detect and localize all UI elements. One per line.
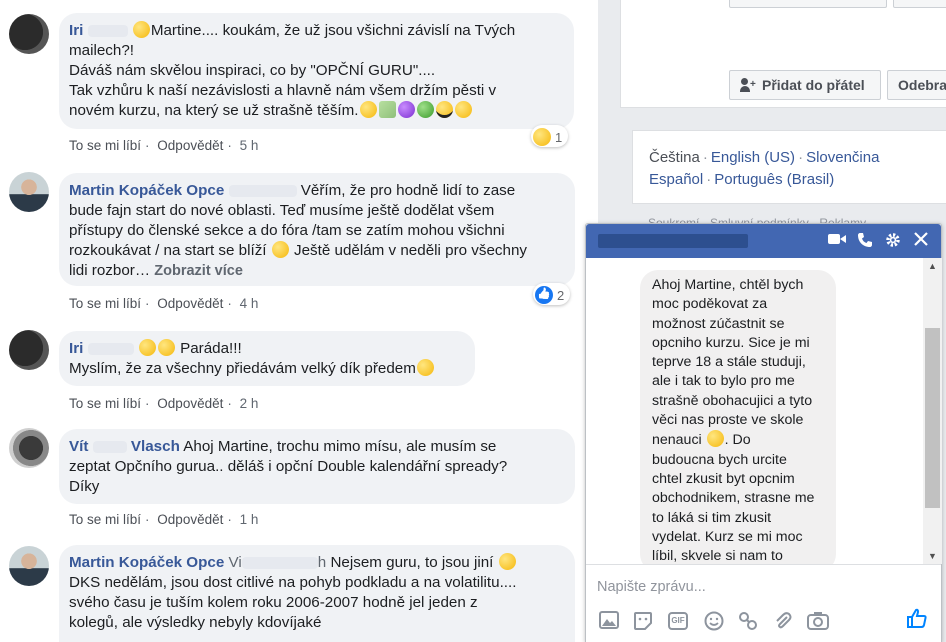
- remove-button[interactable]: Odebra: [887, 70, 946, 100]
- reply-link[interactable]: Odpovědět: [157, 296, 223, 311]
- timestamp[interactable]: 4 h: [240, 296, 259, 311]
- video-call-icon[interactable]: [828, 232, 846, 250]
- reaction-summary[interactable]: 2: [533, 283, 571, 305]
- timestamp[interactable]: 5 h: [240, 138, 259, 153]
- avatar[interactable]: [9, 428, 49, 468]
- language-link[interactable]: Slovenčina: [806, 149, 879, 166]
- message-input[interactable]: Napište zprávu...: [597, 579, 706, 595]
- clapping-emoji-icon: [138, 339, 156, 356]
- chat-header[interactable]: [586, 224, 941, 258]
- add-friend-button[interactable]: + Přidat do přátel: [729, 70, 881, 100]
- smile-emoji-icon: [271, 241, 289, 258]
- add-friend-icon: +: [740, 78, 756, 92]
- timestamp[interactable]: 2 h: [240, 396, 259, 411]
- avatar[interactable]: [9, 330, 49, 370]
- language-link[interactable]: Español: [649, 171, 703, 188]
- reply-link[interactable]: Odpovědět: [157, 396, 223, 411]
- camera-icon[interactable]: [807, 611, 829, 631]
- avatar[interactable]: [9, 546, 49, 586]
- language-link[interactable]: English (US): [711, 149, 795, 166]
- top-button-edge[interactable]: [893, 0, 946, 8]
- emoji-icon[interactable]: [703, 611, 725, 631]
- reaction-summary[interactable]: 1: [531, 125, 569, 147]
- like-link[interactable]: To se mi líbí: [69, 296, 141, 311]
- chat-scrollbar[interactable]: ▲ ▼: [923, 258, 942, 564]
- money-emoji-icon: [378, 101, 396, 118]
- comment-bubble: Iri Paráda!!! Myslím, že za všechny přie…: [59, 331, 475, 386]
- comment-actions: To se mi líbí · Odpovědět · 5 h: [69, 138, 259, 153]
- phone-icon[interactable]: [856, 232, 874, 250]
- messenger-chat-window: Ahoj Martine, chtěl bych moc poděkovat z…: [585, 223, 942, 642]
- comment-bubble: Vít Vlasch Ahoj Martine, trochu mimo mís…: [59, 429, 575, 504]
- top-button-edge[interactable]: [729, 0, 887, 8]
- comment-author[interactable]: Martin Kopáček Opce: [69, 182, 224, 199]
- reply-link[interactable]: Odpovědět: [157, 138, 223, 153]
- thumbs-up-send-icon[interactable]: [904, 607, 930, 633]
- profile-card: + Přidat do přátel Odebra: [620, 0, 946, 108]
- language-selector: Čeština · English (US) · Slovenčina Español ·…: [632, 130, 946, 204]
- scroll-down-arrow-icon[interactable]: ▼: [923, 548, 942, 564]
- attachment-icon[interactable]: [772, 611, 794, 631]
- sticker-icon[interactable]: [632, 611, 654, 631]
- comments-section: Iri Martine.... koukám, že už jsou všich…: [0, 0, 598, 642]
- gear-icon[interactable]: [884, 232, 902, 250]
- sunglasses-emoji-icon: [435, 101, 453, 118]
- comment-actions: To se mi líbí · Odpovědět · 2 h: [69, 396, 259, 411]
- game-icon[interactable]: [737, 611, 759, 631]
- comment-actions: To se mi líbí · Odpovědět · 4 h: [69, 296, 259, 311]
- scrollbar-thumb[interactable]: [925, 328, 940, 508]
- comment-bubble: Martin Kopáček Opce Vi h Nejsem guru, to …: [59, 545, 575, 642]
- waving-hand-emoji-icon: [454, 101, 472, 118]
- timestamp[interactable]: 1 h: [240, 512, 259, 527]
- grin-emoji-icon: [416, 359, 434, 376]
- laughing-emoji-icon: [706, 430, 724, 448]
- comment-author[interactable]: Iri: [69, 22, 132, 39]
- smile-emoji-icon: [498, 553, 516, 570]
- hugging-emoji-icon: [359, 101, 377, 118]
- comment-bubble: Martin Kopáček Opce Věřím, že pro hodně …: [59, 173, 575, 286]
- gif-icon[interactable]: GIF: [668, 612, 688, 630]
- avatar[interactable]: [9, 14, 49, 54]
- grin-emoji-icon: [157, 339, 175, 356]
- chat-composer: Napište zprávu... GIF: [586, 564, 941, 642]
- language-link[interactable]: Português (Brasil): [714, 171, 834, 188]
- comment-actions: To se mi líbí · Odpovědět · 1 h: [69, 512, 259, 527]
- star-struck-emoji-icon: [397, 101, 415, 118]
- photo-icon[interactable]: [598, 611, 620, 631]
- comment-author[interactable]: Martin Kopáček Opce: [69, 554, 224, 571]
- like-link[interactable]: To se mi líbí: [69, 138, 141, 153]
- current-language: Čeština: [649, 149, 700, 166]
- haha-reaction-icon: [533, 128, 551, 146]
- comment-bubble: Iri Martine.... koukám, že už jsou všich…: [59, 13, 574, 129]
- chat-messages[interactable]: Ahoj Martine, chtěl bych moc poděkovat z…: [586, 258, 923, 564]
- comment-author[interactable]: Vít Vlasch: [69, 438, 180, 455]
- comment-author[interactable]: Iri: [69, 340, 138, 357]
- reply-link[interactable]: Odpovědět: [157, 512, 223, 527]
- scroll-up-arrow-icon[interactable]: ▲: [923, 258, 942, 274]
- close-icon[interactable]: [912, 232, 930, 250]
- like-reaction-icon: [535, 286, 553, 304]
- chat-message-bubble: Ahoj Martine, chtěl bych moc poděkovat z…: [640, 270, 836, 564]
- dollar-emoji-icon: [416, 101, 434, 118]
- chat-contact-name[interactable]: [598, 234, 748, 248]
- see-more-link[interactable]: Zobrazit více: [154, 263, 243, 279]
- laughing-emoji-icon: [132, 21, 150, 38]
- like-link[interactable]: To se mi líbí: [69, 396, 141, 411]
- like-link[interactable]: To se mi líbí: [69, 512, 141, 527]
- avatar[interactable]: [9, 172, 49, 212]
